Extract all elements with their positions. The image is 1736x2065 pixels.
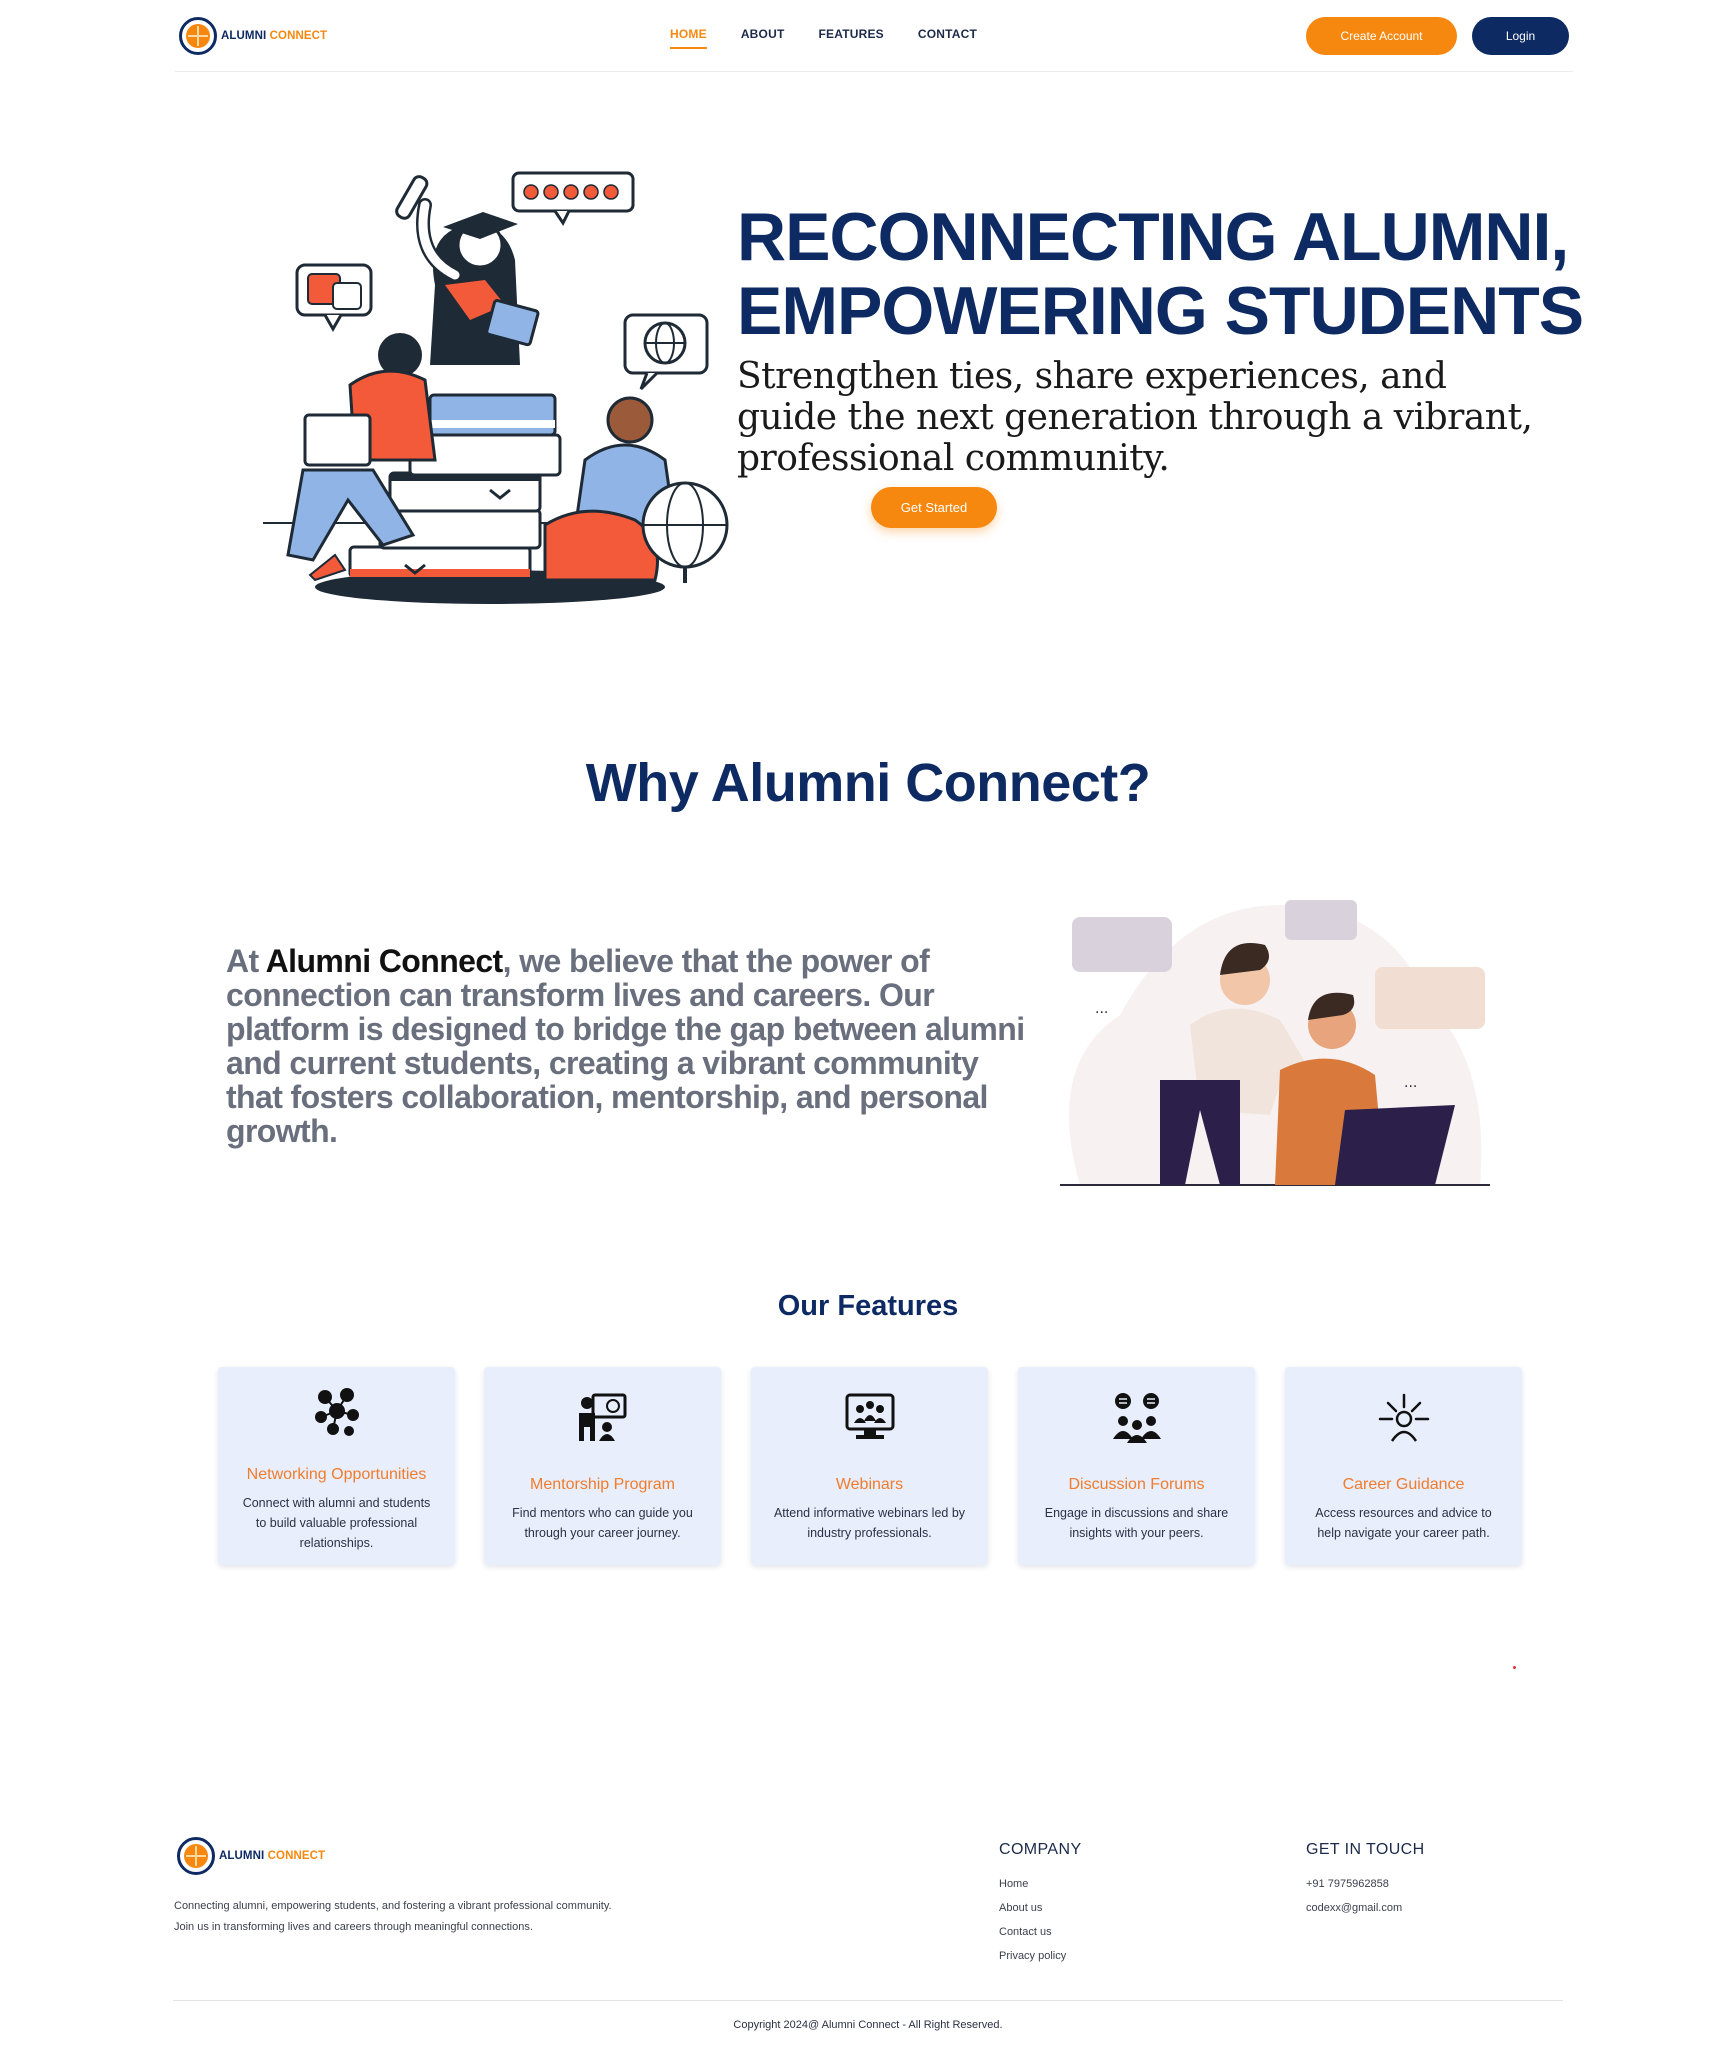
footer-brand-logo[interactable]: ALUMNI CONNECT <box>177 1837 325 1875</box>
why-section-title: Why Alumni Connect? <box>585 753 1151 813</box>
svg-text:...: ... <box>1404 1075 1417 1091</box>
hero-subtitle: Strengthen ties, share experiences, and … <box>737 356 1567 479</box>
brand-word-connect: CONNECT <box>269 30 328 42</box>
login-button[interactable]: Login <box>1472 17 1569 55</box>
footer-contact-title: GET IN TOUCH <box>1306 1841 1425 1858</box>
feature-card-career[interactable]: Career Guidance Access resources and adv… <box>1285 1367 1522 1565</box>
main-menu: HOME ABOUT FEATURES CONTACT <box>670 27 1011 49</box>
hero-subtitle-line1: Strengthen ties, share experiences, and <box>737 356 1447 397</box>
forum-icon <box>1113 1393 1161 1443</box>
footer-divider <box>173 2000 1563 2001</box>
footer-company-title: COMPANY <box>999 1841 1082 1858</box>
footer-brand-word-alumni: ALUMNI <box>219 1850 265 1862</box>
nav-home[interactable]: HOME <box>670 27 707 49</box>
top-navbar: ALUMNI CONNECT HOME ABOUT FEATURES CONTA… <box>175 0 1573 72</box>
copyright-text: Copyright 2024@ Alumni Connect - All Rig… <box>733 2019 1003 2031</box>
feature-card-networking[interactable]: Networking Opportunities Connect with al… <box>218 1367 455 1565</box>
brand-word-alumni: ALUMNI <box>221 30 267 42</box>
footer-company-links: Home About us Contact us Privacy policy <box>999 1878 1066 1974</box>
feature-title: Mentorship Program <box>530 1476 675 1493</box>
footer-link-about[interactable]: About us <box>999 1902 1066 1926</box>
brand-wordmark: ALUMNI CONNECT <box>221 30 327 42</box>
footer-email[interactable]: codexx@gmail.com <box>1306 1902 1402 1926</box>
career-icon <box>1378 1393 1430 1442</box>
hero-headline: RECONNECTING ALUMNI, EMPOWERING STUDENTS <box>737 200 1637 348</box>
footer-phone[interactable]: +91 7975962858 <box>1306 1878 1402 1902</box>
footer-link-contact[interactable]: Contact us <box>999 1926 1066 1950</box>
footer-about-line2: Join us in transforming lives and career… <box>174 1921 533 1933</box>
hero-subtitle-line3: professional community. <box>737 438 1170 479</box>
footer-contact-info: +91 7975962858 codexx@gmail.com <box>1306 1878 1402 1926</box>
collaboration-illustration: ... ... <box>1060 900 1490 1186</box>
feature-description: Connect with alumni and students to buil… <box>242 1496 431 1550</box>
footer-logo-emblem-icon <box>177 1837 215 1875</box>
hero-headline-line2: EMPOWERING STUDENTS <box>737 273 1584 349</box>
hero-subtitle-line2: guide the next generation through a vibr… <box>737 397 1533 438</box>
feature-title: Networking Opportunities <box>246 1466 427 1483</box>
footer-brand-word-connect: CONNECT <box>267 1850 326 1862</box>
hero-headline-line1: RECONNECTING ALUMNI, <box>737 199 1569 275</box>
feature-title: Webinars <box>835 1476 904 1493</box>
feature-title: Discussion Forums <box>1068 1476 1205 1493</box>
feature-description: Attend informative webinars led by indus… <box>773 1506 966 1540</box>
feature-description: Engage in discussions and share insights… <box>1044 1506 1229 1540</box>
feature-card-mentorship[interactable]: Mentorship Program Find mentors who can … <box>484 1367 721 1565</box>
feature-cards: Networking Opportunities Connect with al… <box>218 1367 1522 1565</box>
footer-link-privacy[interactable]: Privacy policy <box>999 1950 1066 1974</box>
logo-emblem-icon <box>179 17 217 55</box>
feature-card-forums[interactable]: Discussion Forums Engage in discussions … <box>1018 1367 1255 1565</box>
footer-about-line1: Connecting alumni, empowering students, … <box>174 1900 612 1912</box>
feature-description: Find mentors who can guide you through y… <box>512 1506 693 1540</box>
brand-logo[interactable]: ALUMNI CONNECT <box>179 17 327 55</box>
feature-card-webinars[interactable]: Webinars Attend informative webinars led… <box>751 1367 988 1565</box>
nav-about[interactable]: ABOUT <box>741 27 785 49</box>
stray-dot <box>1513 1666 1516 1669</box>
create-account-button[interactable]: Create Account <box>1306 17 1457 55</box>
footer-brand-wordmark: ALUMNI CONNECT <box>219 1850 325 1862</box>
feature-description: Access resources and advice to help navi… <box>1315 1506 1492 1540</box>
features-section-title: Our Features <box>777 1290 959 1322</box>
mentor-icon <box>579 1393 627 1441</box>
get-started-button[interactable]: Get Started <box>871 487 997 528</box>
feature-title: Career Guidance <box>1342 1476 1465 1493</box>
svg-text:...: ... <box>1095 1001 1108 1017</box>
why-text-prefix: At <box>226 943 266 979</box>
footer-link-home[interactable]: Home <box>999 1878 1066 1902</box>
nav-features[interactable]: FEATURES <box>818 27 883 49</box>
nav-contact[interactable]: CONTACT <box>918 27 977 49</box>
network-icon <box>315 1388 359 1436</box>
webinar-icon <box>845 1393 895 1439</box>
hero-illustration <box>263 171 729 604</box>
why-section-paragraph: At Alumni Connect, we believe that the p… <box>226 944 1026 1148</box>
footer-about-text: Connecting alumni, empowering students, … <box>174 1896 734 1938</box>
why-text-brand: Alumni Connect <box>265 943 504 979</box>
